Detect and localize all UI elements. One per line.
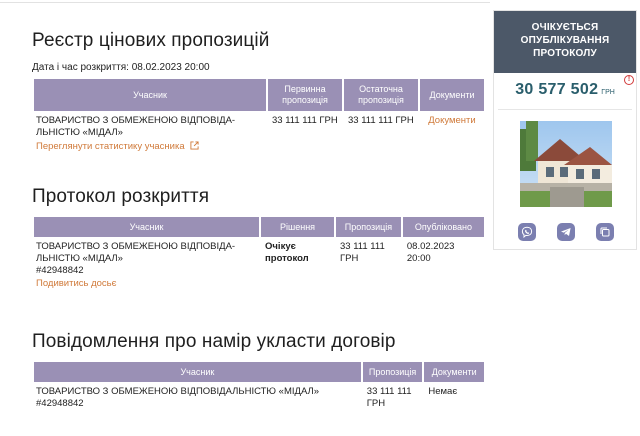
tender-summary-panel: ОЧІКУЄТЬСЯ ОПУБЛІКУВАННЯ ПРОТОКОЛУ 30 57… — [493, 10, 637, 250]
share-buttons — [494, 223, 638, 241]
registry-title: Реєстр цінових пропозицій — [32, 30, 270, 51]
participant-code: #42948842 — [36, 398, 84, 409]
col-documents: Документи — [420, 79, 484, 111]
expected-amount: 30 577 502 ГРН ! — [494, 73, 636, 109]
info-icon[interactable]: ! — [624, 75, 634, 85]
table-row: ТОВАРИСТВО З ОБМЕЖЕНОЮ ВІДПОВІДА-ЛЬНІСТЮ… — [34, 237, 484, 290]
notice-title: Повідомлення про намір укласти договір — [32, 331, 396, 352]
protocol-title: Протокол розкриття — [32, 186, 210, 207]
documents-status: Немає — [428, 386, 458, 397]
documents-link[interactable]: Документи — [428, 115, 475, 126]
col-final-offer: Остаточна пропозиція — [344, 79, 418, 111]
table-row: ТОВАРИСТВО З ОБМЕЖЕНОЮ ВІДПОВІДА-ЛЬНІСТЮ… — [34, 111, 484, 153]
participant-name: ТОВАРИСТВО З ОБМЕЖЕНОЮ ВІДПОВІДА-ЛЬНІСТЮ… — [36, 115, 236, 138]
registry-table: Учасник Первинна пропозиція Остаточна пр… — [32, 79, 486, 153]
copy-icon[interactable] — [595, 223, 614, 241]
col-initial-offer: Первинна пропозиція — [268, 79, 342, 111]
offer-value: 33 111 111 ГРН — [340, 241, 385, 264]
status-badge: ОЧІКУЄТЬСЯ ОПУБЛІКУВАННЯ ПРОТОКОЛУ — [494, 11, 636, 73]
col-published: Опубліковано — [402, 217, 484, 237]
col-participant: Учасник — [34, 79, 266, 111]
top-divider — [0, 2, 490, 3]
offer-value: 33 111 111 ГРН — [366, 386, 412, 409]
viber-icon[interactable] — [518, 223, 537, 241]
property-photo — [520, 121, 612, 207]
participant-code: #42948842 — [36, 265, 84, 276]
col-documents: Документи — [424, 362, 484, 382]
col-offer: Пропозиція — [362, 362, 423, 382]
external-link-icon[interactable] — [190, 141, 199, 150]
open-date: Дата і час розкриття: 08.02.2023 20:00 — [32, 62, 210, 73]
participant-name: ТОВАРИСТВО З ОБМЕЖЕНОЮ ВІДПОВІДА-ЛЬНІСТЮ… — [36, 241, 236, 264]
participant-name: ТОВАРИСТВО З ОБМЕЖЕНОЮ ВІДПОВІДАЛЬНІСТЮ … — [36, 386, 320, 397]
col-offer: Пропозиція — [336, 217, 401, 237]
participant-stats-link[interactable]: Переглянути статистику учасника — [36, 141, 185, 152]
amount-value: 30 577 502 — [515, 81, 599, 98]
col-participant: Учасник — [34, 217, 260, 237]
col-participant: Учасник — [34, 362, 361, 382]
amount-currency: ГРН — [601, 89, 615, 96]
dossier-link[interactable]: Подивитись досьє — [36, 278, 116, 289]
telegram-icon[interactable] — [556, 223, 575, 241]
col-decision: Рішення — [261, 217, 335, 237]
decision-status: Очікує протокол — [265, 241, 309, 264]
panel-divider — [498, 109, 632, 110]
table-row: ТОВАРИСТВО З ОБМЕЖЕНОЮ ВІДПОВІДАЛЬНІСТЮ … — [34, 382, 484, 410]
published-date: 08.02.2023 20:00 — [406, 241, 455, 264]
notice-table: Учасник Пропозиція Документи ТОВАРИСТВО … — [32, 362, 486, 410]
final-offer: 33 111 111 ГРН — [348, 115, 414, 126]
initial-offer: 33 111 111 ГРН — [272, 115, 338, 126]
protocol-table: Учасник Рішення Пропозиція Опубліковано … — [32, 217, 486, 290]
